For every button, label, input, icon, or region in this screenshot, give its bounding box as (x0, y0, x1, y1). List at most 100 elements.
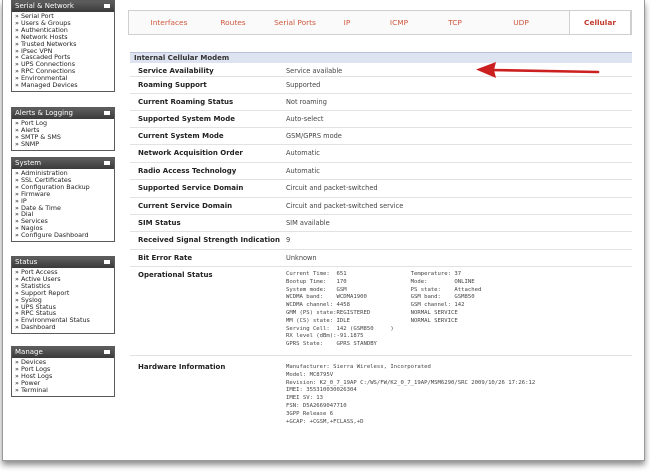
sidebar-item[interactable]: » SMTP & SMS (15, 134, 112, 141)
collapse-icon[interactable] (104, 260, 110, 264)
sidebar-item[interactable]: » Administration (15, 170, 112, 177)
sidebar-item[interactable]: » Port Logs (15, 366, 112, 373)
collapse-icon[interactable] (104, 4, 110, 8)
arrow-head (476, 62, 496, 78)
tab-icmp[interactable]: ICMP (375, 11, 423, 34)
row-label: Operational Status (138, 271, 213, 279)
row-label: Bit Error Rate (138, 254, 193, 262)
tab-udp[interactable]: UDP (485, 11, 557, 34)
table-row: Bit Error Rate Unknown (130, 250, 632, 267)
sidebar-item[interactable]: » Date & Time (15, 205, 112, 212)
sidebar-item[interactable]: » IPsec VPN (15, 48, 112, 55)
nav-box-title: Alerts & Logging (15, 109, 73, 117)
sidebar-item[interactable]: » Network Hosts (15, 34, 112, 41)
row-label: Network Acquisition Order (138, 149, 243, 157)
row-label: Roaming Support (138, 81, 207, 89)
tab-bar: Interfaces Routes Serial Ports IP ICMP T… (128, 10, 632, 35)
collapse-icon[interactable] (104, 350, 110, 354)
annotation-arrow-icon (476, 62, 600, 78)
tab-interfaces[interactable]: Interfaces (139, 11, 199, 34)
row-label: Current Service Domain (138, 202, 233, 210)
row-label: Current System Mode (138, 132, 224, 140)
tab-cellular[interactable]: Cellular (569, 10, 631, 34)
hardware-info-text: Manufacturer: Sierra Wireless, Incorpora… (286, 364, 536, 425)
sidebar-item[interactable]: » SSL Certificates (15, 177, 112, 184)
table-row: Supported System Mode Auto-select (130, 111, 632, 128)
sidebar-item[interactable]: » Dial (15, 211, 112, 218)
tab-ip[interactable]: IP (325, 11, 369, 34)
nav-box-header[interactable]: Status (12, 257, 114, 268)
table-row: Supported Service Domain Circuit and pack… (130, 180, 632, 198)
sidebar-item[interactable]: » Host Logs (15, 373, 112, 380)
nav-box-header[interactable]: Manage (12, 347, 114, 358)
arrow-shaft (488, 68, 600, 74)
row-value: Circuit and packet-switched service (286, 202, 404, 210)
sidebar-item[interactable]: » RPC Status (15, 310, 112, 317)
sidebar-item[interactable]: » Dashboard (15, 324, 112, 331)
table-row: Received Signal Strength Indication 9 (130, 232, 632, 250)
sidebar-item[interactable]: » IP (15, 198, 112, 205)
row-label: Service Availability (138, 67, 214, 75)
sidebar-item[interactable]: » Authentication (15, 27, 112, 34)
app-window: Serial & Network » Serial Port» Users & … (2, 0, 645, 461)
sidebar-item[interactable]: » Trusted Networks (15, 41, 112, 48)
sidebar-item[interactable]: » Managed Devices (15, 82, 112, 89)
sidebar: Serial & Network » Serial Port» Users & … (11, 0, 115, 455)
sidebar-item[interactable]: » Users & Groups (15, 20, 112, 27)
sidebar-item[interactable]: » Port Access (15, 269, 112, 276)
row-value: Not roaming (286, 98, 327, 106)
sidebar-item[interactable]: » Configure Dashboard (15, 232, 112, 239)
sidebar-item[interactable]: » Serial Port (15, 13, 112, 20)
sidebar-item[interactable]: » RPC Connections (15, 68, 112, 75)
nav-box-header[interactable]: Alerts & Logging (12, 108, 114, 119)
sidebar-item[interactable]: » SNMP (15, 141, 112, 148)
sidebar-item[interactable]: » Configuration Backup (15, 184, 112, 191)
table-row: Current Service Domain Circuit and packet… (130, 198, 632, 215)
row-value: 9 (286, 236, 291, 244)
row-label: Received Signal Strength Indication (138, 236, 280, 244)
sidebar-item[interactable]: » Alerts (15, 127, 112, 134)
sidebar-item[interactable]: » Services (15, 218, 112, 225)
sidebar-item[interactable]: » Statistics (15, 283, 112, 290)
nav-box-alerts-logging: Alerts & Logging » Port Log» Alerts» SMT… (11, 107, 115, 151)
sidebar-item[interactable]: » Cascaded Ports (15, 54, 112, 61)
row-value: SIM available (286, 219, 330, 227)
sidebar-item[interactable]: » Port Log (15, 120, 112, 127)
sidebar-item[interactable]: » Devices (15, 359, 112, 366)
sidebar-item[interactable]: » Support Report (15, 290, 112, 297)
nav-box-manage: Manage » Devices» Port Logs» Host Logs» … (11, 346, 115, 397)
nav-box-serial-network: Serial & Network » Serial Port» Users & … (11, 0, 115, 92)
nav-box-title: System (15, 159, 42, 167)
table-row-hardware-info: Hardware Information Manufacturer: Sierr… (130, 356, 632, 438)
table-row: Radio Access Technology Automatic (130, 163, 632, 180)
row-value: GSM/GPRS mode (286, 132, 342, 140)
sidebar-item[interactable]: » Environmental Status (15, 317, 112, 324)
sidebar-item[interactable]: » UPS Connections (15, 61, 112, 68)
row-label: SIM Status (138, 219, 181, 227)
collapse-icon[interactable] (104, 111, 110, 115)
sidebar-item[interactable]: » Nagios (15, 225, 112, 232)
row-value: Service available (286, 67, 343, 75)
tab-tcp[interactable]: TCP (431, 11, 479, 34)
sidebar-item[interactable]: » Environmental (15, 75, 112, 82)
nav-box-header[interactable]: Serial & Network (12, 1, 114, 12)
sidebar-item[interactable]: » Terminal (15, 387, 112, 394)
tab-serial-ports[interactable]: Serial Ports (265, 11, 325, 34)
nav-list: » Devices» Port Logs» Host Logs» Power» … (12, 358, 114, 396)
sidebar-item[interactable]: » Power (15, 380, 112, 387)
tab-routes[interactable]: Routes (207, 11, 259, 34)
sidebar-item[interactable]: » Firmware (15, 191, 112, 198)
collapse-icon[interactable] (104, 161, 110, 165)
nav-box-title: Manage (15, 348, 43, 356)
row-value: Unknown (286, 254, 317, 262)
sidebar-item[interactable]: » Active Users (15, 276, 112, 283)
sidebar-item[interactable]: » Syslog (15, 297, 112, 304)
nav-box-header[interactable]: System (12, 158, 114, 169)
table-row: SIM Status SIM available (130, 215, 632, 232)
row-label: Current Roaming Status (138, 98, 234, 106)
nav-box-status: Status » Port Access» Active Users» Stat… (11, 256, 115, 335)
row-value: Auto-select (286, 115, 324, 123)
sidebar-item[interactable]: » UPS Status (15, 304, 112, 311)
row-value: Circuit and packet-switched (286, 184, 378, 192)
table-row-operational-status: Operational Status Current Time: 651 Tem… (130, 267, 632, 356)
